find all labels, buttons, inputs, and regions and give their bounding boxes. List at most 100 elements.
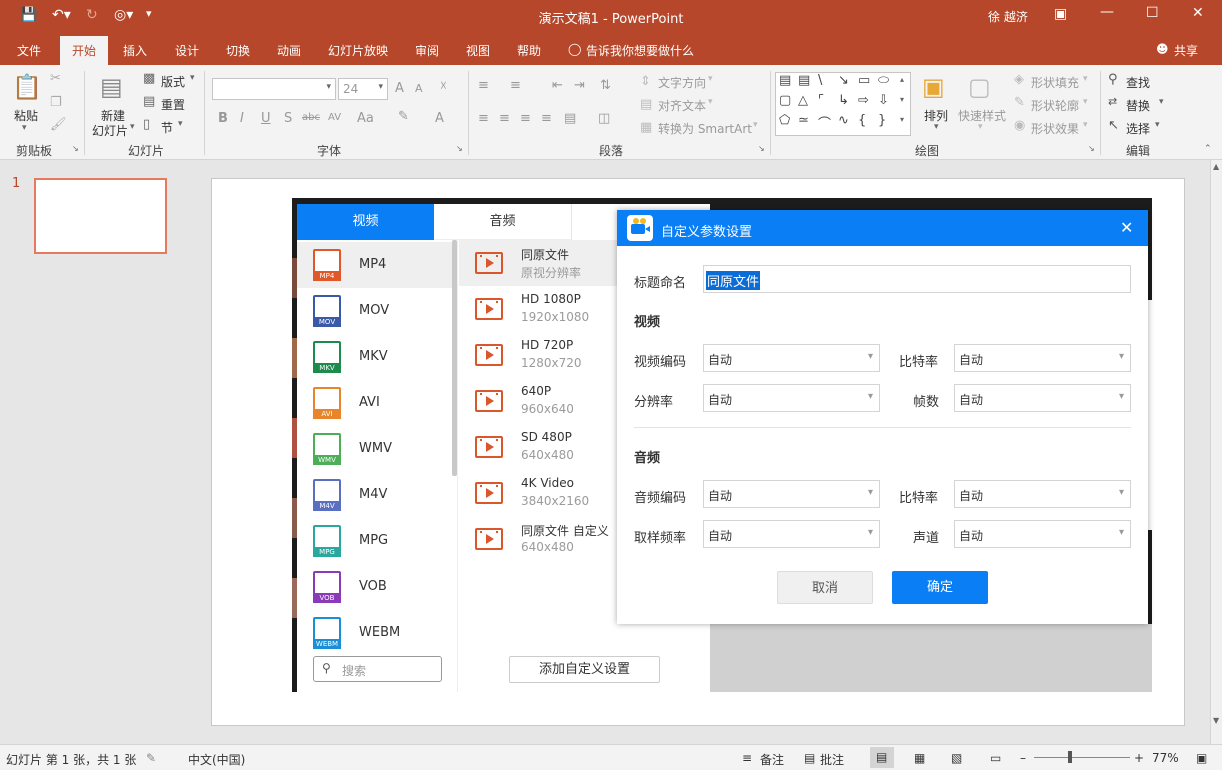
spellcheck-icon[interactable]: ✎ bbox=[146, 751, 156, 765]
cut-icon[interactable]: ✂ bbox=[50, 71, 61, 86]
language-indicator[interactable]: 中文(中国) bbox=[188, 751, 245, 768]
gallery-down-icon[interactable]: ▾ bbox=[900, 95, 904, 104]
strikethrough-icon[interactable]: abc bbox=[302, 112, 320, 123]
triangle-shape-icon[interactable]: △ bbox=[798, 93, 808, 108]
shrink-font-icon[interactable]: A bbox=[415, 82, 423, 95]
preset-4k-video[interactable]: 4K Video 3840x2160 bbox=[459, 470, 619, 516]
maximize-icon[interactable]: ☐ bbox=[1146, 5, 1159, 21]
fit-slide-icon[interactable]: ▣ bbox=[1196, 751, 1207, 765]
format-painter-icon[interactable]: 🖌 bbox=[50, 117, 67, 132]
scroll-up-icon[interactable]: ▲ bbox=[1213, 162, 1219, 171]
thumbnails-scrollbar[interactable] bbox=[190, 160, 200, 744]
slideshow-view-icon[interactable]: ▭ bbox=[990, 751, 1001, 765]
close-icon[interactable]: ✕ bbox=[1192, 5, 1204, 21]
elbow-arrow-shape-icon[interactable]: ↳ bbox=[838, 93, 849, 108]
section-button[interactable]: 节 bbox=[161, 119, 173, 136]
tab-review[interactable]: 审阅 bbox=[415, 42, 439, 59]
char-spacing-icon[interactable]: AV bbox=[328, 112, 341, 123]
font-name-input[interactable]: ▾ bbox=[212, 78, 336, 100]
arrow-line-shape-icon[interactable]: ↘ bbox=[838, 73, 849, 88]
shape-effects-dropdown-icon[interactable]: ▾ bbox=[1083, 120, 1088, 130]
font-name-dropdown-icon[interactable]: ▾ bbox=[326, 82, 331, 92]
preset-hd-720p[interactable]: HD 720P 1280x720 bbox=[459, 332, 619, 378]
resolution-select[interactable]: 自动 ▾ bbox=[703, 384, 880, 412]
bullets-icon[interactable]: ≡ bbox=[478, 78, 489, 93]
tab-design[interactable]: 设计 bbox=[175, 42, 199, 59]
slide-scrollbar[interactable]: ▲ ▼ bbox=[1210, 160, 1222, 744]
change-case-icon[interactable]: Aa bbox=[357, 111, 374, 126]
scroll-down-icon[interactable]: ▼ bbox=[1213, 716, 1219, 725]
format-item-m4v[interactable]: M4V M4V bbox=[297, 472, 453, 518]
format-item-mp4[interactable]: MP4 MP4 bbox=[297, 242, 453, 288]
align-text-button[interactable]: 对齐文本 bbox=[658, 97, 706, 114]
replace-dropdown-icon[interactable]: ▾ bbox=[1159, 97, 1164, 107]
line-spacing-icon[interactable]: ⇅ bbox=[600, 78, 611, 93]
collapse-ribbon-icon[interactable]: ⌃ bbox=[1204, 144, 1212, 154]
cancel-button[interactable]: 取消 bbox=[777, 571, 873, 604]
shape-fill-dropdown-icon[interactable]: ▾ bbox=[1083, 74, 1088, 84]
text-direction-button[interactable]: 文字方向 bbox=[658, 74, 706, 91]
layout-dropdown-icon[interactable]: ▾ bbox=[190, 73, 195, 83]
gallery-more-icon[interactable]: ▾ bbox=[900, 115, 904, 124]
ribbon-display-icon[interactable]: ▣ bbox=[1054, 6, 1067, 22]
tab-video[interactable]: 视频 bbox=[297, 204, 434, 240]
new-slide-dropdown-icon[interactable]: ▾ bbox=[130, 122, 135, 132]
wave-shape-icon[interactable]: ∿ bbox=[838, 113, 849, 128]
paste-dropdown-icon[interactable]: ▾ bbox=[22, 123, 27, 133]
left-brace-shape-icon[interactable]: { bbox=[858, 113, 866, 128]
sample-rate-select[interactable]: 自动 ▾ bbox=[703, 520, 880, 548]
align-center-icon[interactable]: ≡ bbox=[499, 111, 510, 126]
shape-fill-button[interactable]: 形状填充 bbox=[1031, 74, 1079, 91]
font-launcher-icon[interactable]: ↘ bbox=[456, 144, 463, 153]
share-button[interactable]: 共享 bbox=[1174, 42, 1198, 59]
format-item-mpg[interactable]: MPG MPG bbox=[297, 518, 453, 564]
zoom-slider[interactable] bbox=[1034, 751, 1130, 763]
right-brace-shape-icon[interactable]: } bbox=[878, 113, 886, 128]
preset-same-as-source[interactable]: 同原文件 原视分辨率 bbox=[459, 240, 619, 286]
shape-outline-button[interactable]: 形状轮廓 bbox=[1031, 97, 1079, 114]
tab-slideshow[interactable]: 幻灯片放映 bbox=[328, 42, 388, 59]
align-text-dropdown-icon[interactable]: ▾ bbox=[708, 97, 713, 107]
preset-hd-1080p[interactable]: HD 1080P 1920x1080 bbox=[459, 286, 619, 332]
clear-format-icon[interactable]: ☓ bbox=[440, 79, 447, 94]
search-input[interactable]: ⚲ 搜索 bbox=[313, 656, 442, 682]
video-bitrate-select[interactable]: 自动 ▾ bbox=[954, 344, 1131, 372]
highlight-icon[interactable]: ✎ bbox=[398, 109, 409, 124]
preset-sd-480p[interactable]: SD 480P 640x480 bbox=[459, 424, 619, 470]
font-size-input[interactable]: 24 ▾ bbox=[338, 78, 388, 100]
section-dropdown-icon[interactable]: ▾ bbox=[178, 119, 183, 129]
columns-icon[interactable]: ◫ bbox=[598, 111, 610, 126]
format-item-avi[interactable]: AVI AVI bbox=[297, 380, 453, 426]
fps-select[interactable]: 自动 ▾ bbox=[954, 384, 1131, 412]
decrease-indent-icon[interactable]: ⇤ bbox=[552, 78, 563, 93]
tell-me-search[interactable]: 告诉我你想要做什么 bbox=[586, 42, 694, 59]
find-button[interactable]: 查找 bbox=[1126, 74, 1150, 91]
zoom-out-icon[interactable]: – bbox=[1020, 751, 1026, 765]
select-button[interactable]: 选择 bbox=[1126, 120, 1150, 137]
copy-icon[interactable]: ❐ bbox=[50, 95, 62, 110]
shapes-gallery[interactable]: ▤ ▤ \ ↘ ▭ ⬭ ▢ △ ⌜ ↳ ⇨ ⇩ ⬠ ≃ ⌒ ∿ { } ▴ ▾ … bbox=[775, 72, 911, 136]
select-dropdown-icon[interactable]: ▾ bbox=[1155, 120, 1160, 130]
paragraph-launcher-icon[interactable]: ↘ bbox=[758, 144, 765, 153]
shape-effects-button[interactable]: 形状效果 bbox=[1031, 120, 1079, 137]
bold-icon[interactable]: B bbox=[218, 111, 228, 126]
down-arrow-shape-icon[interactable]: ⇩ bbox=[878, 93, 889, 108]
clipboard-launcher-icon[interactable]: ↘ bbox=[72, 144, 79, 153]
paste-button[interactable]: 粘贴 bbox=[14, 107, 38, 124]
rectangle-shape-icon[interactable]: ▭ bbox=[858, 73, 870, 88]
smartart-button[interactable]: 转换为 SmartArt bbox=[658, 120, 752, 137]
tab-audio[interactable]: 音频 bbox=[434, 204, 571, 240]
shape-outline-dropdown-icon[interactable]: ▾ bbox=[1083, 97, 1088, 107]
arrange-icon[interactable]: ▣ bbox=[922, 73, 945, 101]
format-item-mkv[interactable]: MKV MKV bbox=[297, 334, 453, 380]
distributed-icon[interactable]: ▤ bbox=[564, 111, 576, 126]
grow-font-icon[interactable]: A bbox=[395, 81, 404, 96]
tab-home[interactable]: 开始 bbox=[60, 36, 109, 65]
reading-view-icon[interactable]: ▧ bbox=[951, 751, 962, 765]
font-color-icon[interactable]: A bbox=[435, 111, 444, 126]
scribble-shape-icon[interactable]: ≃ bbox=[798, 113, 809, 128]
notes-button[interactable]: 备注 bbox=[760, 751, 784, 768]
layout-button[interactable]: 版式 bbox=[161, 73, 185, 90]
freeform-shape-icon[interactable]: ⬠ bbox=[779, 113, 790, 128]
new-slide-icon[interactable]: ▤ bbox=[100, 73, 123, 101]
